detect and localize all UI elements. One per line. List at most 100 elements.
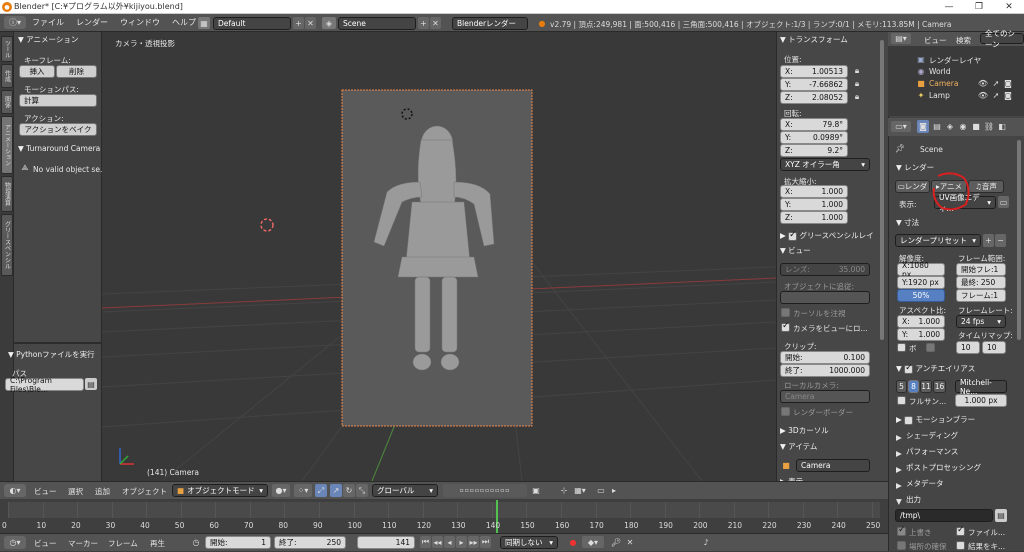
keying-set-icon[interactable]: ◆▾ — [582, 536, 604, 548]
render-layers-tab-icon[interactable]: ▤ — [931, 120, 943, 133]
item-header[interactable]: ▼ アイテム — [780, 441, 817, 452]
calculate-button[interactable]: 計算 — [19, 94, 97, 107]
bake-action-button[interactable]: アクションをベイク — [19, 123, 97, 136]
properties-editor-icon[interactable]: ▭▾ — [891, 121, 911, 132]
timeline-track[interactable] — [8, 502, 880, 518]
footer-menu-frame[interactable]: フレーム — [108, 538, 138, 549]
tab-create[interactable]: 作成 — [1, 64, 13, 88]
layers-grid-icon[interactable]: ▫▫▫▫▫▫▫▫▫▫ — [443, 484, 527, 497]
rotation-x-field[interactable]: X: 79.8° — [780, 118, 848, 131]
lock-location-x-icon[interactable]: 🔒︎ — [852, 66, 862, 76]
snap-target-icon[interactable]: ▦▾ — [573, 484, 587, 497]
file-extensions-checkbox[interactable] — [956, 525, 965, 536]
3d-cursor-header[interactable]: ▶ 3Dカーソル — [780, 425, 829, 436]
render-camera-icon-lamp[interactable]: ◙ — [1003, 90, 1013, 100]
add-layout-icon[interactable]: + — [293, 17, 304, 29]
outliner-display-mode[interactable]: 全てのシーン — [980, 29, 1024, 49]
remove-layout-icon[interactable]: ✕ — [305, 17, 316, 29]
output-header[interactable]: 出力 — [906, 494, 921, 505]
scene-selector[interactable]: Scene — [338, 17, 416, 30]
resolution-x-field[interactable]: X:1080 px — [897, 261, 945, 279]
n-panel-scrollbar[interactable] — [880, 40, 884, 340]
add-scene-icon[interactable]: + — [418, 17, 429, 29]
scale-y-field[interactable]: Y: 1.000 — [780, 198, 848, 211]
tab-tools[interactable]: ツール — [1, 36, 13, 62]
outliner-item-world[interactable]: World — [929, 67, 951, 76]
full-sample-checkbox[interactable] — [897, 396, 906, 405]
lock-location-y-icon[interactable]: 🔒︎ — [852, 79, 862, 89]
menu-object[interactable]: オブジェクト — [122, 486, 167, 497]
lock-location-z-icon[interactable]: 🔒︎ — [852, 92, 862, 102]
close-button[interactable]: ✕ — [994, 0, 1024, 14]
properties-scrollbar[interactable] — [1017, 140, 1021, 340]
render-preset-selector[interactable]: レンダープリセット ▾ — [895, 234, 981, 247]
menu-render[interactable]: レンダー — [70, 17, 114, 28]
grease-pencil-checkbox[interactable] — [788, 230, 798, 241]
lock-interface-icon[interactable]: ▭ — [998, 196, 1009, 208]
output-path-field[interactable]: /tmp\ — [895, 509, 993, 522]
restore-button[interactable]: ❐ — [964, 0, 994, 14]
layout-selector[interactable]: Default — [213, 17, 291, 30]
antialiasing-checkbox[interactable] — [904, 363, 914, 374]
performance-header[interactable]: パフォーマンス — [906, 446, 958, 457]
opengl-anim-icon[interactable]: ▸ — [608, 484, 620, 497]
output-browse-icon[interactable]: ▤ — [995, 509, 1007, 522]
crop-checkbox[interactable] — [926, 343, 935, 352]
aa-11-button[interactable]: 11 — [920, 380, 932, 393]
insert-keyframe-icon[interactable]: 🔑︎ — [610, 536, 622, 548]
antialiasing-header[interactable]: ▼ アンチエイリアス — [896, 363, 975, 374]
tab-grease-pencil[interactable]: グリースペンシル — [1, 214, 13, 276]
visibility-eye-icon[interactable]: 👁︎ — [978, 78, 988, 88]
editor-type-icon[interactable]: ⓘ▾ — [4, 16, 26, 29]
preview-range-icon[interactable]: ◷ — [190, 536, 202, 548]
select-arrow-icon-lamp[interactable]: ➚ — [991, 90, 1001, 100]
render-tab-icon[interactable]: ◙ — [917, 120, 929, 133]
outliner-search-menu[interactable]: 検索 — [956, 35, 971, 46]
constraints-tab-icon[interactable]: ⛓︎ — [983, 120, 995, 133]
jump-end-icon[interactable]: ⏭︎ — [480, 536, 491, 548]
menu-add[interactable]: 追加 — [95, 486, 110, 497]
footer-menu-playback[interactable]: 再生 — [150, 538, 165, 549]
time-remap-old-field[interactable]: 10 — [956, 341, 980, 354]
sync-mode-selector[interactable]: 同期しない ▾ — [500, 536, 558, 549]
aa-filter-selector[interactable]: Mitchell-Ne... — [955, 378, 1007, 396]
3d-cursor[interactable] — [260, 218, 274, 232]
scene-icon[interactable]: ◈ — [322, 17, 336, 29]
tab-relations[interactable]: 関係 — [1, 90, 13, 114]
visibility-eye-icon-lamp[interactable]: 👁︎ — [978, 90, 988, 100]
timeline-editor-icon[interactable]: ◷▾ — [4, 536, 26, 549]
end-frame-field[interactable]: 終了: 250 — [274, 536, 346, 549]
aa-16-button[interactable]: 16 — [933, 380, 946, 393]
resolution-y-field[interactable]: Y:1920 px — [897, 276, 945, 289]
outliner-item-lamp[interactable]: Lamp — [929, 91, 950, 100]
border-checkbox[interactable] — [897, 343, 906, 352]
rotation-y-field[interactable]: Y: 0.0989° — [780, 131, 848, 144]
python-panel-header[interactable]: ▼ Pythonファイルを実行 — [8, 349, 95, 360]
scale-x-field[interactable]: X: 1.000 — [780, 185, 848, 198]
outliner-editor-icon[interactable]: ▤▾ — [891, 33, 911, 44]
menu-file[interactable]: ファイル — [26, 17, 70, 28]
add-preset-icon[interactable]: + — [983, 234, 994, 247]
grease-pencil-layers-header[interactable]: ▶ グリースペンシルレイ — [780, 230, 874, 241]
manipulator-icon[interactable]: ⤢ — [315, 484, 327, 497]
frame-end-field[interactable]: 最終: 250 — [956, 276, 1006, 289]
outliner-item-camera[interactable]: Camera — [929, 79, 958, 88]
shading-header[interactable]: シェーディング — [906, 430, 958, 441]
lock-layers-icon[interactable]: ▣ — [530, 484, 542, 497]
rotation-z-field[interactable]: Z: 9.2° — [780, 144, 848, 157]
translate-icon[interactable]: ↗ — [330, 484, 342, 497]
aa-5-button[interactable]: 5 — [896, 380, 907, 393]
remove-preset-icon[interactable]: − — [995, 234, 1006, 247]
view-panel-header[interactable]: ▼ ビュー — [780, 245, 811, 256]
aspect-y-field[interactable]: Y: 1.000 — [897, 328, 945, 341]
play-icon[interactable]: ▸ — [456, 536, 467, 548]
item-name-field[interactable]: Camera — [796, 459, 870, 472]
turnaround-camera-header[interactable]: ▼ Turnaround Camera — [18, 144, 100, 153]
motion-blur-header[interactable]: ▶ モーションブラー — [896, 414, 975, 425]
transform-header[interactable]: ▼ トランスフォーム — [780, 34, 848, 45]
metadata-header[interactable]: メタデータ — [906, 478, 944, 489]
insert-keyframe-button[interactable]: 挿入 — [19, 65, 55, 78]
clip-start-field[interactable]: 開始: 0.100 — [780, 351, 870, 364]
rotate-icon[interactable]: ↻ — [343, 484, 355, 497]
animation-panel-header[interactable]: ▼ アニメーション — [18, 34, 78, 45]
